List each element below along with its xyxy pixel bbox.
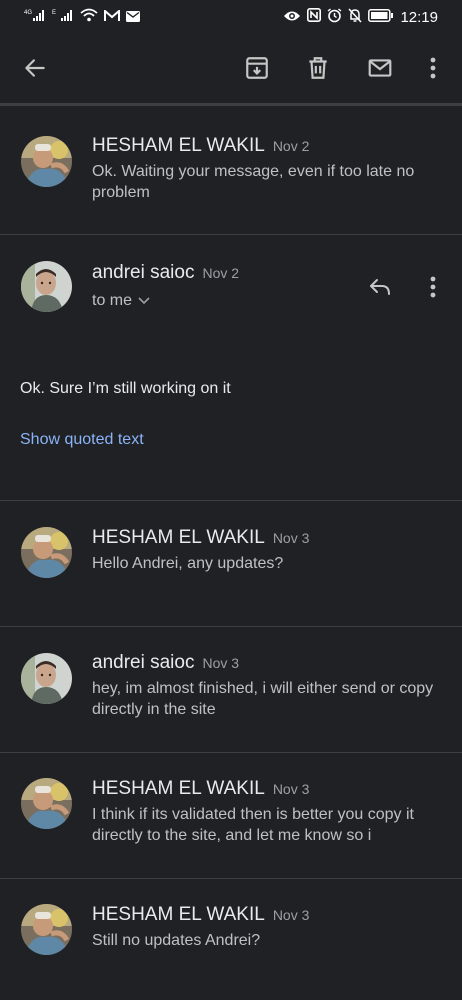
sender-name: HESHAM EL WAKIL (92, 135, 265, 156)
svg-text:E: E (52, 10, 56, 16)
signal-e-icon: E (52, 8, 74, 26)
status-bar-left: 4G E (24, 8, 140, 26)
sender-name: andrei saioc (92, 262, 195, 283)
reply-icon[interactable] (366, 273, 394, 301)
message-date: Nov 2 (272, 138, 310, 154)
message-item[interactable]: HESHAM EL WAKIL Nov 3 Still no updates A… (0, 879, 462, 1000)
wifi-icon (80, 8, 98, 26)
sender-name: andrei saioc (92, 652, 195, 673)
chevron-down-icon (138, 292, 150, 310)
back-arrow-icon[interactable] (15, 48, 55, 88)
avatar (21, 778, 72, 829)
more-vert-icon[interactable] (413, 48, 453, 88)
message-item[interactable]: HESHAM EL WAKIL Nov 3 Hello Andrei, any … (0, 501, 462, 627)
battery-icon (368, 8, 394, 26)
nfc-icon (307, 8, 322, 26)
message-item[interactable]: HESHAM EL WAKIL Nov 2 Ok. Waiting your m… (0, 106, 462, 235)
message-more-icon[interactable] (423, 275, 443, 299)
message-date: Nov 2 (202, 265, 240, 281)
gmail-icon (104, 8, 120, 26)
message-item[interactable]: HESHAM EL WAKIL Nov 3 I think if its val… (0, 753, 462, 879)
sender-name: HESHAM EL WAKIL (92, 904, 265, 925)
signal-4g-icon: 4G (24, 8, 46, 26)
avatar (21, 904, 72, 955)
message-date: Nov 3 (272, 781, 310, 797)
message-snippet: Ok. Waiting your message, even if too la… (92, 163, 415, 201)
mail-icon (126, 9, 140, 26)
recipient-details[interactable]: to me (92, 292, 150, 310)
sender-line: HESHAM EL WAKIL Nov 2 (92, 135, 309, 157)
svg-text:4G: 4G (24, 10, 32, 16)
status-bar-right: 12:19 (283, 7, 438, 27)
mark-unread-icon[interactable] (360, 48, 400, 88)
avatar (21, 136, 72, 187)
status-bar: 4G E 12:19 (0, 0, 462, 34)
message-snippet: Hello Andrei, any updates? (92, 555, 284, 572)
show-quoted-text-link[interactable]: Show quoted text (20, 431, 144, 449)
message-body: Ok. Sure I’m still working on it (20, 380, 231, 397)
avatar (21, 527, 72, 578)
message-expanded: andrei saioc Nov 2 to me Ok. Sure I’m st… (0, 235, 462, 501)
message-snippet: Still no updates Andrei? (92, 932, 261, 949)
message-date: Nov 3 (272, 530, 310, 546)
sender-line: andrei saioc Nov 2 (92, 262, 239, 284)
top-app-bar (0, 34, 462, 102)
sender-line: HESHAM EL WAKIL Nov 3 (92, 527, 309, 549)
sender-name: HESHAM EL WAKIL (92, 527, 265, 548)
message-date: Nov 3 (202, 655, 240, 671)
sender-line: HESHAM EL WAKIL Nov 3 (92, 904, 309, 926)
sender-name: HESHAM EL WAKIL (92, 778, 265, 799)
avatar (21, 261, 72, 312)
message-item[interactable]: andrei saioc Nov 3 hey, im almost finish… (0, 627, 462, 753)
alarm-icon (327, 7, 342, 27)
bell-off-icon (348, 7, 363, 27)
message-snippet: I think if its validated then is better … (92, 806, 414, 844)
sender-line: andrei saioc Nov 3 (92, 652, 239, 674)
sender-line: HESHAM EL WAKIL Nov 3 (92, 778, 309, 800)
archive-icon[interactable] (237, 48, 277, 88)
delete-icon[interactable] (298, 48, 338, 88)
recipient-label: to me (92, 292, 133, 309)
status-time: 12:19 (400, 8, 438, 26)
message-date: Nov 3 (272, 907, 310, 923)
eye-icon (283, 9, 301, 26)
avatar (21, 653, 72, 704)
message-snippet: hey, im almost finished, i will either s… (92, 680, 434, 718)
